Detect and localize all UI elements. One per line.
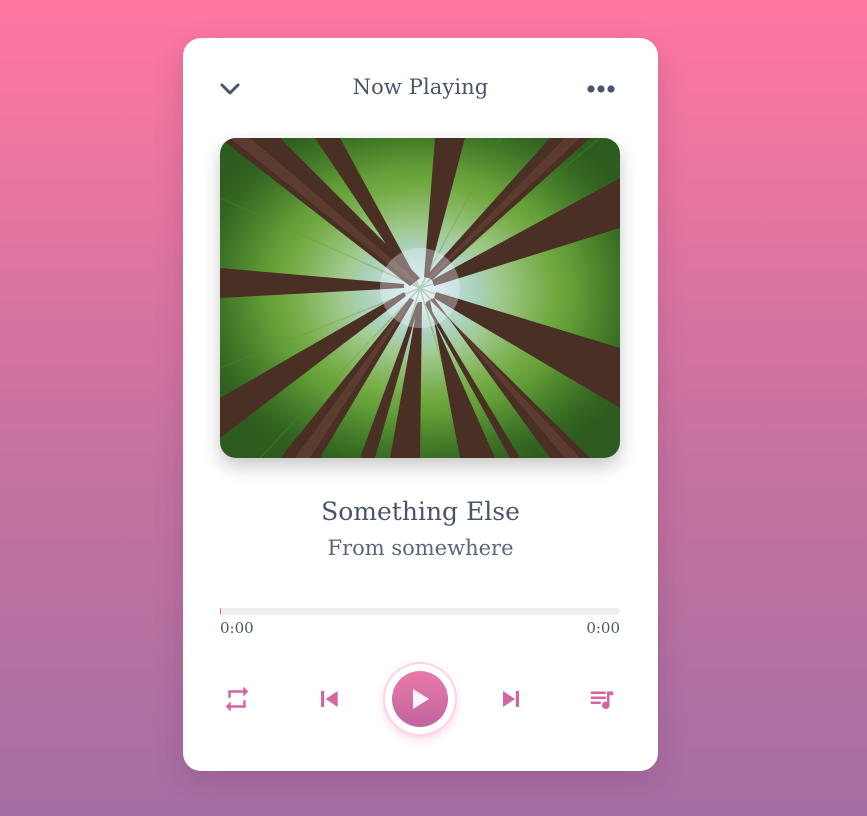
play-button[interactable] bbox=[385, 664, 455, 734]
current-time: 0:00 bbox=[220, 619, 254, 637]
skip-previous-icon bbox=[321, 691, 338, 707]
playlist-music-icon bbox=[590, 691, 614, 710]
progress-bar[interactable] bbox=[220, 608, 620, 615]
play-icon bbox=[413, 689, 429, 709]
repeat-icon bbox=[225, 686, 249, 712]
progress-fill bbox=[220, 608, 221, 615]
forest-canopy-photo bbox=[220, 138, 620, 458]
player-header: Now Playing bbox=[183, 38, 658, 138]
more-horizontal-icon bbox=[587, 85, 615, 93]
player-card: Now Playing Something Else From somewher… bbox=[183, 38, 658, 771]
repeat-button[interactable] bbox=[219, 681, 255, 717]
duration-time: 0:00 bbox=[586, 619, 620, 637]
more-options-button[interactable] bbox=[583, 74, 619, 104]
album-cover bbox=[220, 138, 620, 458]
play-button-face bbox=[392, 671, 448, 727]
track-artist: From somewhere bbox=[327, 536, 514, 560]
next-button[interactable] bbox=[493, 681, 529, 717]
queue-button[interactable] bbox=[583, 681, 621, 717]
track-title: Something Else bbox=[321, 497, 520, 526]
previous-button[interactable] bbox=[311, 681, 347, 717]
skip-next-icon bbox=[503, 691, 519, 707]
